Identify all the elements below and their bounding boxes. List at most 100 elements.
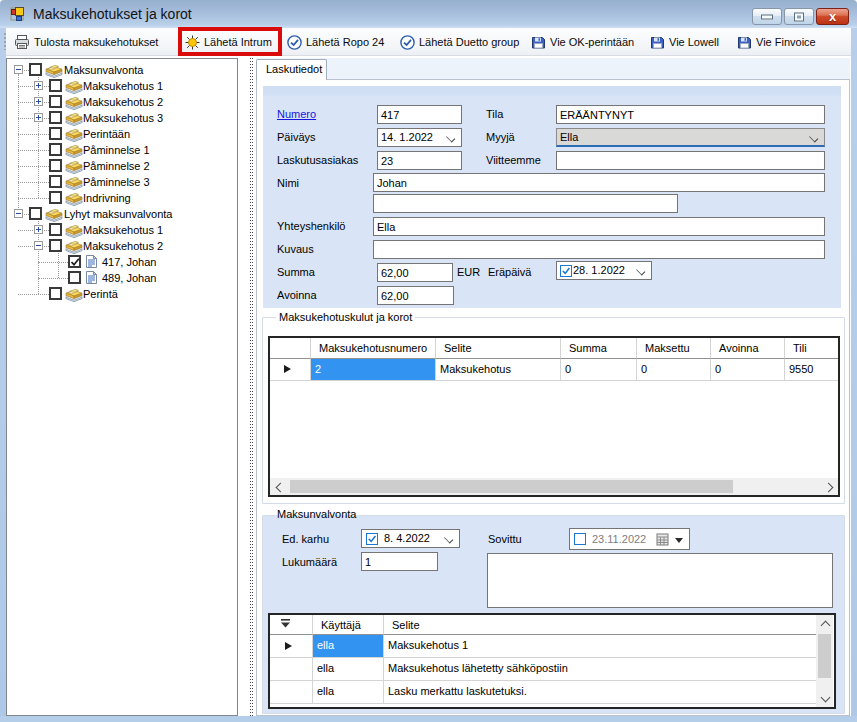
sovittu-picker[interactable]: 23.11.2022 bbox=[569, 528, 690, 550]
log-row-header[interactable] bbox=[270, 635, 313, 658]
yhteyshenkilo-input[interactable] bbox=[373, 217, 825, 236]
tree-item-maksukehotus-3[interactable]: Maksukehotus 3 bbox=[7, 110, 237, 126]
tree-checkbox[interactable] bbox=[49, 287, 62, 300]
close-button[interactable]: x bbox=[816, 8, 849, 25]
log-col-kayttaja[interactable]: Käyttäjä bbox=[313, 615, 384, 635]
kuvaus-input[interactable] bbox=[373, 240, 825, 259]
numero-link[interactable]: Numero bbox=[277, 108, 316, 120]
ed-karhu-picker[interactable]: 8. 4.2022 bbox=[361, 529, 460, 548]
toolbar-button-lowell[interactable]: Vie Lowell bbox=[650, 30, 719, 54]
tree-item-417-johan[interactable]: 417, Johan bbox=[7, 254, 237, 270]
tree-checkbox[interactable] bbox=[49, 127, 62, 140]
toolbar-button-okperinta[interactable]: Vie OK-perintään bbox=[531, 30, 634, 54]
tree-checkbox[interactable] bbox=[49, 159, 62, 172]
expand-icon[interactable] bbox=[34, 97, 43, 106]
tree-checkbox[interactable] bbox=[49, 111, 62, 124]
charges-cell-selite[interactable]: Maksukehotus bbox=[436, 359, 561, 381]
tree-item-perint-[interactable]: Perintä bbox=[7, 286, 237, 302]
tree-item-maksukehotus-2[interactable]: Maksukehotus 2 bbox=[7, 94, 237, 110]
log-cell-user-1[interactable]: ella bbox=[313, 658, 384, 681]
tree-checkbox[interactable] bbox=[49, 223, 62, 236]
tree-checkbox[interactable] bbox=[49, 143, 62, 156]
scroll-up-button[interactable] bbox=[816, 615, 833, 632]
laskutusasiakas-input[interactable] bbox=[377, 151, 462, 170]
log-vscrollbar-thumb[interactable] bbox=[818, 634, 831, 678]
log-row-header[interactable] bbox=[270, 658, 313, 681]
scroll-left-button[interactable] bbox=[270, 478, 287, 495]
log-cell-user-0[interactable]: ella bbox=[313, 635, 384, 658]
toolbar-button-duetto[interactable]: Lähetä Duetto group bbox=[400, 30, 519, 54]
log-cell-user-2[interactable]: ella bbox=[313, 681, 384, 704]
lukumaara-input[interactable] bbox=[361, 552, 438, 571]
tree-item-p-minnelse-1[interactable]: Påminnelse 1 bbox=[7, 142, 237, 158]
erapaiva-checkbox[interactable] bbox=[560, 265, 572, 277]
log-row-header[interactable] bbox=[270, 681, 313, 704]
collapse-icon[interactable] bbox=[14, 65, 23, 74]
paivays-picker[interactable]: 14. 1.2022 bbox=[377, 128, 462, 147]
numero-input[interactable] bbox=[377, 105, 462, 124]
log-corner-cell[interactable] bbox=[270, 615, 313, 635]
tree-item-489-johan[interactable]: 489, Johan bbox=[7, 270, 237, 286]
log-cell-text-1[interactable]: Maksukehotus lähetetty sähköpostiin bbox=[384, 658, 818, 681]
erapaiva-picker[interactable]: 28. 1.2022 bbox=[556, 261, 652, 280]
tree-checkbox-checked[interactable] bbox=[68, 255, 81, 268]
tree-checkbox[interactable] bbox=[49, 239, 62, 252]
tree-item-maksunvalvonta[interactable]: Maksunvalvonta bbox=[7, 62, 237, 78]
charges-col-tili[interactable]: Tili bbox=[785, 338, 838, 359]
ed-karhu-checkbox[interactable] bbox=[366, 533, 378, 545]
expand-icon[interactable] bbox=[34, 225, 43, 234]
nimi-input[interactable] bbox=[373, 173, 825, 192]
sovittu-checkbox[interactable] bbox=[574, 533, 586, 545]
nimi2-input[interactable] bbox=[373, 194, 678, 213]
tree-item-maksukehotus-2[interactable]: Maksukehotus 2 bbox=[7, 238, 237, 254]
charges-col-selite[interactable]: Selite bbox=[436, 338, 561, 359]
collapse-icon[interactable] bbox=[14, 209, 23, 218]
tree-checkbox[interactable] bbox=[49, 95, 62, 108]
charges-cell-maksukehotusnumero[interactable]: 2 bbox=[311, 359, 436, 381]
tree-checkbox[interactable] bbox=[68, 271, 81, 284]
tree-checkbox[interactable] bbox=[29, 63, 42, 76]
notes-textarea[interactable] bbox=[487, 553, 833, 608]
charges-cell-summa[interactable]: 0 bbox=[561, 359, 637, 381]
expand-icon[interactable] bbox=[34, 81, 43, 90]
charges-row-header[interactable] bbox=[270, 359, 311, 381]
avoinna-input[interactable] bbox=[377, 286, 454, 305]
charges-cell-avoinna[interactable]: 0 bbox=[711, 359, 785, 381]
scroll-down-button[interactable] bbox=[816, 690, 833, 707]
tree-item-maksukehotus-1[interactable]: Maksukehotus 1 bbox=[7, 78, 237, 94]
toolbar-button-tulosta[interactable]: Tulosta maksukehotukset bbox=[14, 30, 158, 54]
tree-checkbox[interactable] bbox=[49, 175, 62, 188]
charges-hscrollbar-thumb[interactable] bbox=[290, 480, 733, 493]
maximize-button[interactable] bbox=[784, 8, 814, 25]
toolbar-button-finvoice[interactable]: Vie Finvoice bbox=[737, 30, 816, 54]
charges-col-avoinna[interactable]: Avoinna bbox=[711, 338, 785, 359]
scroll-right-button[interactable] bbox=[821, 478, 838, 495]
myyja-combo[interactable]: Ella bbox=[556, 128, 825, 147]
tree-item-perint-n[interactable]: Perintään bbox=[7, 126, 237, 142]
minimize-button[interactable] bbox=[752, 8, 782, 25]
tree-checkbox[interactable] bbox=[49, 79, 62, 92]
log-col-selite[interactable]: Selite bbox=[384, 615, 818, 635]
summa-input[interactable] bbox=[377, 263, 453, 282]
tree-item-maksukehotus-1[interactable]: Maksukehotus 1 bbox=[7, 222, 237, 238]
tree-checkbox[interactable] bbox=[29, 207, 42, 220]
charges-col-summa[interactable]: Summa bbox=[561, 338, 637, 359]
tree-item-p-minnelse-3[interactable]: Påminnelse 3 bbox=[7, 174, 237, 190]
tree-item-indrivning[interactable]: Indrivning bbox=[7, 190, 237, 206]
charges-col-maksukehotusnumero[interactable]: Maksukehotusnumero bbox=[311, 338, 436, 359]
splitter-handle[interactable] bbox=[250, 58, 253, 716]
charges-col-maksettu[interactable]: Maksettu bbox=[637, 338, 711, 359]
log-cell-text-2[interactable]: Lasku merkattu laskutetuksi. bbox=[384, 681, 818, 704]
log-cell-text-0[interactable]: Maksukehotus 1 bbox=[384, 635, 818, 658]
charges-cell-tili[interactable]: 9550 bbox=[785, 359, 838, 381]
tree-item-lyhyt-maksunvalvonta[interactable]: Lyhyt maksunvalvonta bbox=[7, 206, 237, 222]
tab-laskutiedot[interactable]: Laskutiedot bbox=[256, 59, 327, 80]
tree-item-p-minnelse-2[interactable]: Påminnelse 2 bbox=[7, 158, 237, 174]
charges-cell-maksettu[interactable]: 0 bbox=[637, 359, 711, 381]
tree-checkbox[interactable] bbox=[49, 191, 62, 204]
collapse-icon[interactable] bbox=[34, 241, 43, 250]
tila-input[interactable] bbox=[556, 105, 825, 124]
viitteemme-input[interactable] bbox=[556, 151, 825, 170]
toolbar-button-ropo[interactable]: Lähetä Ropo 24 bbox=[287, 30, 384, 54]
expand-icon[interactable] bbox=[34, 113, 43, 122]
